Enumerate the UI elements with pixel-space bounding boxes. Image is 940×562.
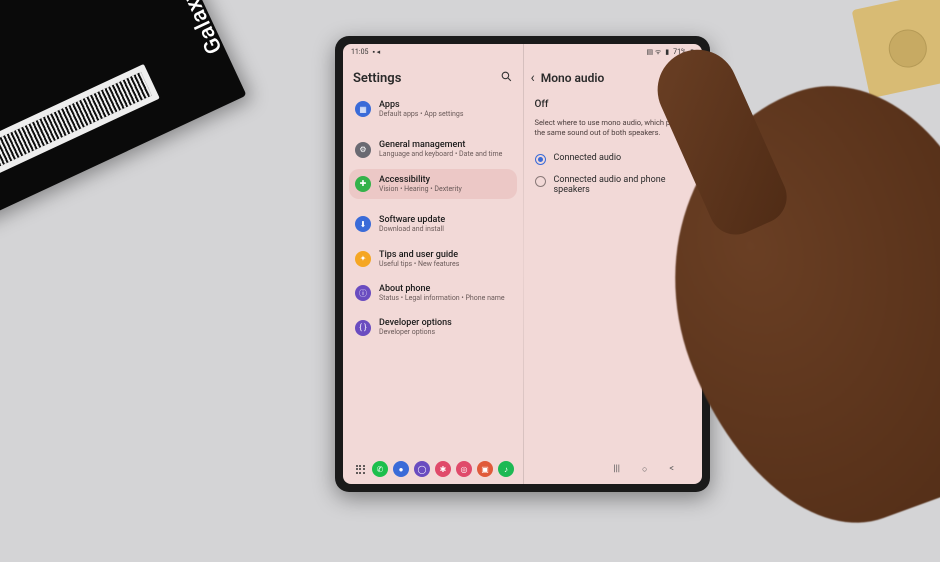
info-icon: ⓘ bbox=[355, 285, 371, 301]
device-screen: 11:05 ▪ ◂ ▤ ᯤ ▮ 71% ▮ Settings bbox=[343, 44, 702, 484]
settings-list-panel: Settings ▦ Apps Default apps • App setti… bbox=[343, 60, 523, 454]
radio-checked-icon bbox=[535, 154, 546, 165]
settings-item-title: About phone bbox=[379, 284, 505, 294]
option-connected-audio-and-speakers[interactable]: Connected audio and phone speakers bbox=[529, 170, 697, 202]
settings-title: Settings bbox=[353, 71, 401, 86]
settings-item-subtitle: Default apps • App settings bbox=[379, 110, 463, 118]
nav-bar: ||| ○ < bbox=[613, 464, 692, 475]
signal-icon: ▮ bbox=[665, 48, 669, 56]
desk-clamp bbox=[852, 0, 940, 98]
app-drawer-icon[interactable] bbox=[353, 462, 367, 476]
wifi-icon: ▤ ᯤ bbox=[647, 48, 662, 57]
back-icon[interactable]: ‹ bbox=[531, 70, 535, 86]
status-bar: 11:05 ▪ ◂ ▤ ᯤ ▮ 71% ▮ bbox=[343, 44, 702, 60]
bottom-bar: ✆ ● ◯ ✱ ◎ ▣ ♪ ||| ○ < bbox=[343, 454, 702, 484]
settings-item-title: General management bbox=[379, 140, 502, 150]
settings-item-subtitle: Developer options bbox=[379, 328, 452, 336]
app-dock: ✆ ● ◯ ✱ ◎ ▣ ♪ bbox=[353, 461, 514, 477]
detail-title: Mono audio bbox=[541, 71, 605, 85]
settings-item-subtitle: Download and install bbox=[379, 225, 445, 233]
settings-item-tips[interactable]: ✦ Tips and user guide Useful tips • New … bbox=[349, 244, 517, 274]
status-indicator-icon: ▪ ◂ bbox=[372, 48, 380, 56]
settings-item-software-update[interactable]: ⬇ Software update Download and install bbox=[349, 209, 517, 239]
settings-item-about-phone[interactable]: ⓘ About phone Status • Legal information… bbox=[349, 278, 517, 308]
radio-unchecked-icon bbox=[535, 176, 546, 187]
settings-item-apps[interactable]: ▦ Apps Default apps • App settings bbox=[349, 94, 517, 124]
nav-recents[interactable]: ||| bbox=[613, 464, 620, 475]
lightbulb-icon: ✦ bbox=[355, 251, 371, 267]
product-box: Galaxy Z Fold6 bbox=[0, 0, 247, 222]
settings-item-subtitle: Useful tips • New features bbox=[379, 260, 459, 268]
settings-item-title: Software update bbox=[379, 215, 445, 225]
braces-icon: { } bbox=[355, 320, 371, 336]
nav-home[interactable]: ○ bbox=[642, 464, 647, 475]
settings-item-accessibility[interactable]: ✚ Accessibility Vision • Hearing • Dexte… bbox=[349, 169, 517, 199]
settings-item-title: Tips and user guide bbox=[379, 250, 459, 260]
galaxy-fold-device: 11:05 ▪ ◂ ▤ ᯤ ▮ 71% ▮ Settings bbox=[335, 36, 710, 492]
barcode-label bbox=[0, 64, 160, 175]
radio-label: Connected audio bbox=[554, 153, 622, 164]
status-time: 11:05 bbox=[351, 48, 368, 56]
toggle-state-label: Off bbox=[535, 99, 549, 110]
settings-item-developer-options[interactable]: { } Developer options Developer options bbox=[349, 312, 517, 342]
settings-item-title: Developer options bbox=[379, 318, 452, 328]
phone-icon[interactable]: ✆ bbox=[372, 461, 388, 477]
settings-item-subtitle: Status • Legal information • Phone name bbox=[379, 294, 505, 302]
settings-item-subtitle: Vision • Hearing • Dexterity bbox=[379, 185, 462, 193]
apps-icon: ▦ bbox=[355, 101, 371, 117]
browser-icon[interactable]: ◯ bbox=[414, 461, 430, 477]
download-icon: ⬇ bbox=[355, 216, 371, 232]
asterisk-icon[interactable]: ✱ bbox=[435, 461, 451, 477]
messages-icon[interactable]: ● bbox=[393, 461, 409, 477]
option-connected-audio[interactable]: Connected audio bbox=[529, 148, 697, 170]
search-icon[interactable] bbox=[500, 70, 513, 86]
accessibility-icon: ✚ bbox=[355, 176, 371, 192]
box-product-name: Galaxy Z Fold6 bbox=[141, 0, 228, 58]
settings-item-general-management[interactable]: ⚙ General management Language and keyboa… bbox=[349, 134, 517, 164]
app-red-icon[interactable]: ▣ bbox=[477, 461, 493, 477]
settings-item-title: Apps bbox=[379, 100, 463, 110]
gear-icon: ⚙ bbox=[355, 142, 371, 158]
settings-item-subtitle: Language and keyboard • Date and time bbox=[379, 150, 502, 158]
settings-item-title: Accessibility bbox=[379, 175, 462, 185]
radio-label: Connected audio and phone speakers bbox=[554, 175, 691, 197]
camera-icon[interactable]: ◎ bbox=[456, 461, 472, 477]
spotify-icon[interactable]: ♪ bbox=[498, 461, 514, 477]
nav-back[interactable]: < bbox=[669, 464, 674, 475]
